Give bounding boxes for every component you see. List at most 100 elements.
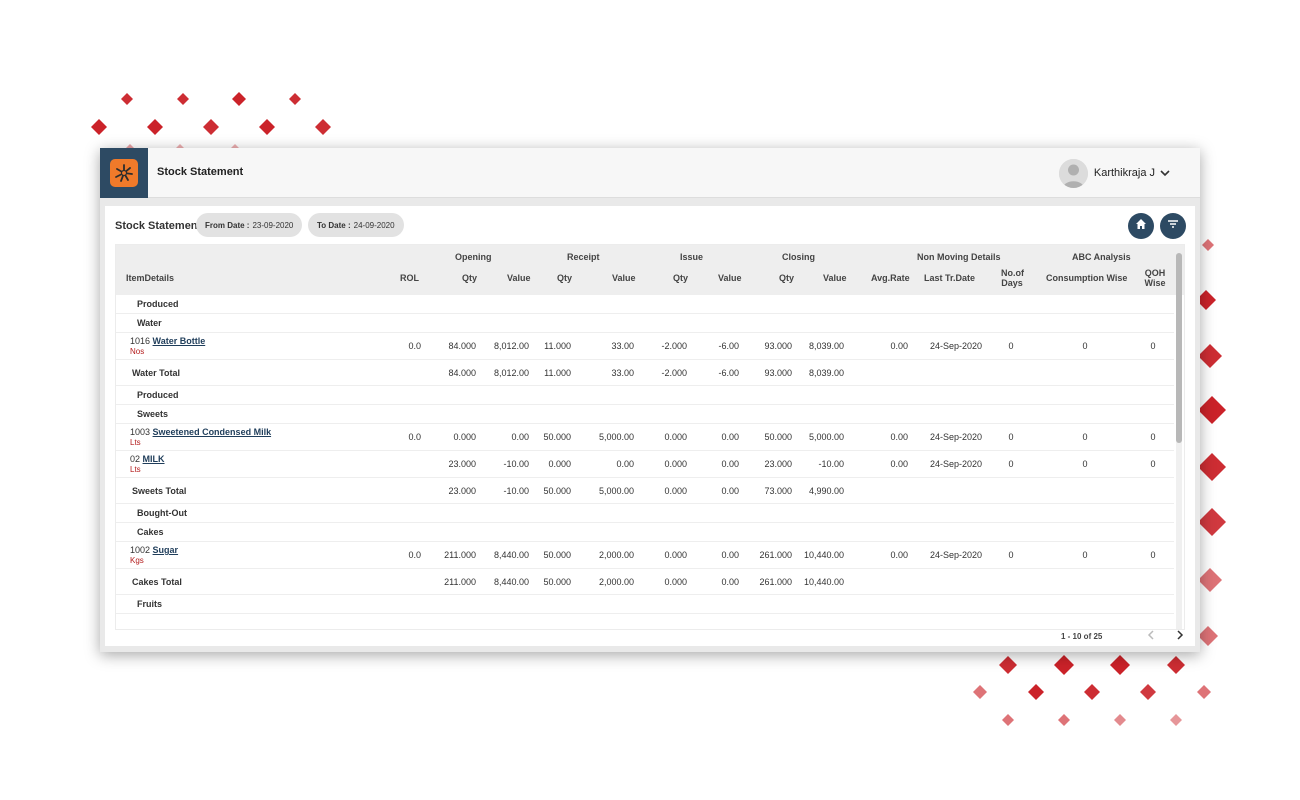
user-menu[interactable]: Karthikraja J bbox=[1058, 158, 1170, 188]
item-details: 1016 Water Bottle Nos bbox=[130, 336, 205, 356]
decorative-diamond bbox=[177, 93, 189, 105]
item-name-link[interactable]: Sweetened Condensed Milk bbox=[153, 427, 272, 437]
col-receipt-value[interactable]: Value bbox=[612, 273, 636, 283]
cell-op-value: 8,440.00 bbox=[493, 550, 529, 560]
next-page-button[interactable] bbox=[1170, 626, 1190, 646]
col-qoh-wise[interactable]: QOH Wise bbox=[1144, 268, 1166, 288]
col-issue-value[interactable]: Value bbox=[718, 273, 742, 283]
item-unit: Lts bbox=[130, 465, 141, 474]
cell-is-value: 0.00 bbox=[721, 432, 739, 442]
col-rol[interactable]: ROL bbox=[400, 273, 419, 283]
to-date-chip[interactable]: To Date : 24-09-2020 bbox=[308, 213, 404, 237]
col-issue-qty[interactable]: Qty bbox=[673, 273, 688, 283]
item-name-link[interactable]: Water Bottle bbox=[153, 336, 206, 346]
col-opening-value[interactable]: Value bbox=[507, 273, 531, 283]
item-name-link[interactable]: Sugar bbox=[153, 545, 179, 555]
col-last-tr-date[interactable]: Last Tr.Date bbox=[924, 273, 975, 283]
cell-is-value: 0.00 bbox=[721, 550, 739, 560]
decorative-diamond bbox=[232, 92, 246, 106]
group-header-opening: Opening bbox=[455, 252, 492, 262]
cell-rc-qty: 11.000 bbox=[544, 341, 571, 351]
cell-op-qty: 211.000 bbox=[444, 550, 476, 560]
cell-rc-qty: 50.000 bbox=[543, 550, 571, 560]
col-closing-qty[interactable]: Qty bbox=[779, 273, 794, 283]
from-date-value: 23-09-2020 bbox=[252, 220, 294, 230]
item-unit: Kgs bbox=[130, 556, 144, 565]
decorative-diamond bbox=[147, 119, 163, 135]
cell-qoh: 0 bbox=[1150, 550, 1156, 560]
filter-button[interactable] bbox=[1160, 213, 1186, 239]
table-row[interactable]: 1002 Sugar Kgs 0.0 211.000 8,440.00 50.000 2,0… bbox=[116, 542, 1174, 569]
col-closing-value[interactable]: Value bbox=[823, 273, 847, 283]
col-receipt-qty[interactable]: Qty bbox=[557, 273, 572, 283]
from-date-chip[interactable]: From Date : 23-09-2020 bbox=[196, 213, 303, 237]
cell-last-date: 24-Sep-2020 bbox=[929, 432, 983, 442]
prev-page-button[interactable] bbox=[1141, 626, 1161, 646]
vertical-scrollbar[interactable] bbox=[1176, 253, 1182, 629]
cell-is-qty: 0.000 bbox=[664, 432, 687, 442]
cell-qoh: 0 bbox=[1150, 341, 1156, 351]
table-row[interactable]: 02 MILK Lts 23.000 -10.00 0.000 0.00 0.000 0.00… bbox=[116, 451, 1174, 478]
group-header-receipt: Receipt bbox=[567, 252, 600, 262]
decorative-diamond bbox=[1058, 714, 1070, 726]
from-date-label: From Date : bbox=[205, 220, 250, 230]
cell-consumption: 0 bbox=[1082, 341, 1088, 351]
cell-avg-rate: 0.00 bbox=[890, 550, 908, 560]
col-opening-qty[interactable]: Qty bbox=[462, 273, 477, 283]
decorative-diamond bbox=[1110, 655, 1130, 675]
cell-cl-value: 8,039.00 bbox=[808, 341, 844, 351]
cell-is-qty: 0.000 bbox=[664, 485, 687, 496]
table-row[interactable]: 1016 Water Bottle Nos 0.0 84.000 8,012.00 11.… bbox=[116, 333, 1174, 360]
cell-rol: 0.0 bbox=[408, 432, 421, 442]
item-unit: Nos bbox=[130, 347, 145, 356]
cell-qoh: 0 bbox=[1150, 432, 1156, 442]
home-button[interactable] bbox=[1128, 213, 1154, 239]
cell-rc-value: 33.00 bbox=[611, 341, 634, 351]
item-name-link[interactable]: MILK bbox=[143, 454, 165, 464]
cell-avg-rate: 0.00 bbox=[890, 432, 908, 442]
total-label: Cakes Total bbox=[132, 576, 182, 587]
cell-op-qty: 84.000 bbox=[448, 341, 476, 351]
to-date-value: 24-09-2020 bbox=[353, 220, 395, 230]
decorative-diamond bbox=[203, 119, 219, 135]
home-icon bbox=[1135, 217, 1147, 235]
item-code: 1016 bbox=[130, 336, 151, 346]
diamond-group-right bbox=[1196, 239, 1226, 646]
col-avg-rate[interactable]: Avg.Rate bbox=[871, 273, 910, 283]
cell-cl-value: 10,440.00 bbox=[803, 550, 844, 560]
cell-cl-value: 10,440.00 bbox=[803, 576, 844, 587]
table-row[interactable]: 1003 Sweetened Condensed Milk Lts 0.0 0.000… bbox=[116, 424, 1174, 451]
group-row: Produced bbox=[116, 295, 1174, 314]
table-body: Produced Water 1016 Water Bottle Nos 0.0 84.0… bbox=[116, 295, 1184, 614]
col-no-of-days[interactable]: No.of Days bbox=[1001, 268, 1024, 288]
cell-op-value: 0.00 bbox=[511, 432, 529, 442]
decorative-diamond bbox=[1198, 626, 1218, 646]
scrollbar-thumb[interactable] bbox=[1176, 253, 1182, 443]
col-qoh-wise-line1: QOH bbox=[1144, 268, 1166, 278]
cell-op-qty: 84.000 bbox=[448, 367, 476, 378]
decorative-diamond bbox=[259, 119, 275, 135]
decorative-diamond bbox=[1170, 714, 1182, 726]
cell-rol: 0.0 bbox=[408, 550, 421, 560]
item-unit: Lts bbox=[130, 438, 141, 447]
decorative-diamond bbox=[121, 93, 133, 105]
cell-avg-rate: 0.00 bbox=[890, 459, 908, 469]
cell-cl-qty: 73.000 bbox=[764, 485, 792, 496]
cell-cl-qty: 93.000 bbox=[764, 341, 792, 351]
col-item-details[interactable]: ItemDetails bbox=[126, 273, 174, 283]
group-label: Water bbox=[137, 318, 162, 328]
decorative-diamond bbox=[1198, 568, 1222, 592]
decorative-diamond bbox=[1202, 239, 1214, 251]
group-header-non-moving: Non Moving Details bbox=[917, 252, 1001, 262]
cell-rc-value: 5,000.00 bbox=[598, 485, 634, 496]
total-row: Cakes Total 211.000 8,440.00 50.000 2,000.00… bbox=[116, 569, 1174, 595]
cell-op-qty: 0.000 bbox=[453, 432, 476, 442]
cell-last-date: 24-Sep-2020 bbox=[929, 459, 983, 469]
decorative-diamond bbox=[91, 119, 107, 135]
cell-cl-qty: 261.000 bbox=[759, 576, 792, 587]
chevron-down-icon[interactable] bbox=[1160, 164, 1170, 182]
cell-consumption: 0 bbox=[1082, 550, 1088, 560]
total-label: Sweets Total bbox=[132, 485, 187, 496]
col-consumption-wise[interactable]: Consumption Wise bbox=[1046, 273, 1127, 283]
app-logo[interactable] bbox=[100, 148, 148, 198]
